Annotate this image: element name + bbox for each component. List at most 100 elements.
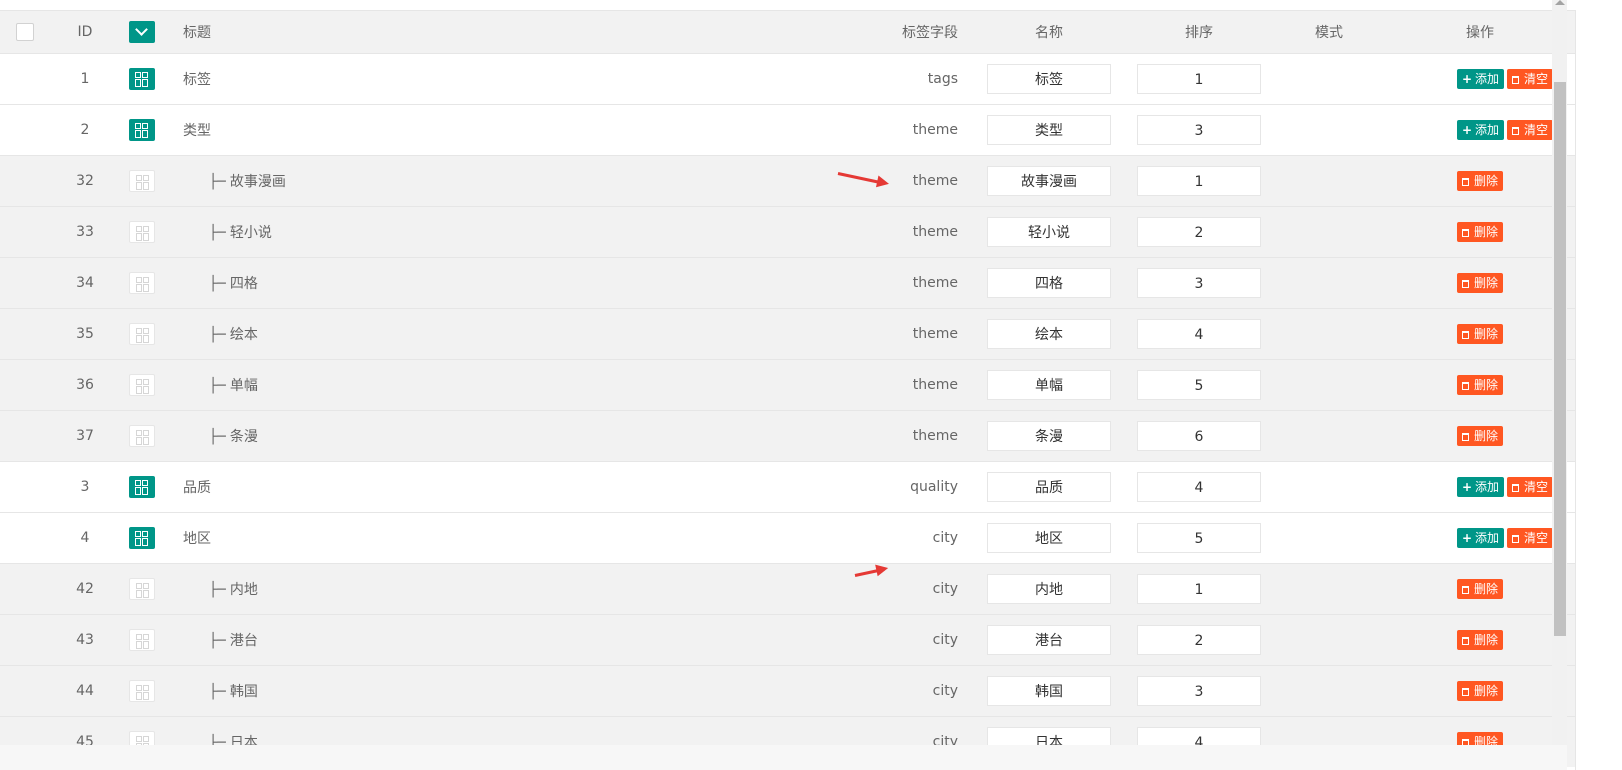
row-title: 品质 bbox=[183, 479, 211, 496]
clear-button[interactable]: 清空 bbox=[1507, 476, 1554, 497]
category-tree-table: ID 标题 标签字段 名称 排序 模式 操作 1 标签 tags 标签 1 + 添加 清空 2 类… bbox=[0, 10, 1576, 770]
name-input[interactable]: 故事漫画 bbox=[987, 165, 1111, 196]
delete-button[interactable]: 删除 bbox=[1456, 170, 1503, 191]
add-button-label: 添加 bbox=[1475, 530, 1500, 545]
sort-input[interactable]: 3 bbox=[1137, 114, 1261, 145]
trash-icon bbox=[1461, 228, 1469, 237]
expand-all-toggle-icon[interactable] bbox=[129, 20, 155, 43]
name-input[interactable]: 品质 bbox=[987, 471, 1111, 502]
add-button-label: 添加 bbox=[1475, 122, 1500, 137]
row-id: 44 bbox=[76, 682, 94, 699]
row-tag-field: theme bbox=[912, 172, 958, 189]
name-input[interactable]: 韩国 bbox=[987, 675, 1111, 706]
clear-button[interactable]: 清空 bbox=[1507, 68, 1554, 89]
sort-input[interactable]: 4 bbox=[1137, 471, 1261, 502]
clear-button-label: 清空 bbox=[1524, 122, 1549, 137]
delete-button[interactable]: 删除 bbox=[1456, 629, 1503, 650]
row-tag-field: city bbox=[932, 580, 958, 597]
delete-button[interactable]: 删除 bbox=[1456, 374, 1503, 395]
clear-button-label: 清空 bbox=[1524, 71, 1549, 86]
sort-input[interactable]: 5 bbox=[1137, 369, 1261, 400]
name-input[interactable]: 地区 bbox=[987, 522, 1111, 553]
row-id: 2 bbox=[80, 121, 90, 138]
clear-button[interactable]: 清空 bbox=[1507, 119, 1554, 140]
add-button[interactable]: + 添加 bbox=[1456, 68, 1505, 89]
row-title: 内地 bbox=[229, 581, 258, 598]
name-input[interactable]: 港台 bbox=[987, 624, 1111, 655]
add-button-label: 添加 bbox=[1475, 71, 1500, 86]
sort-input[interactable]: 2 bbox=[1137, 216, 1261, 247]
scroll-up-arrow-icon[interactable] bbox=[1555, 0, 1565, 5]
row-id: 4 bbox=[80, 529, 90, 546]
name-input[interactable]: 单幅 bbox=[987, 369, 1111, 400]
sort-input[interactable]: 4 bbox=[1137, 318, 1261, 349]
name-input[interactable]: 轻小说 bbox=[987, 216, 1111, 247]
row-id: 35 bbox=[76, 325, 94, 342]
trash-icon bbox=[1512, 75, 1520, 84]
vertical-scroll-thumb[interactable] bbox=[1554, 82, 1566, 636]
sort-input[interactable]: 1 bbox=[1137, 573, 1261, 604]
trash-icon bbox=[1461, 177, 1469, 186]
trash-icon bbox=[1512, 483, 1520, 492]
add-button[interactable]: + 添加 bbox=[1456, 119, 1505, 140]
tree-node-icon[interactable] bbox=[129, 118, 155, 141]
delete-button-label: 删除 bbox=[1473, 326, 1498, 341]
row-mode bbox=[1274, 614, 1384, 665]
delete-button-label: 删除 bbox=[1473, 581, 1498, 596]
row-title: 港台 bbox=[229, 632, 258, 649]
sort-input[interactable]: 1 bbox=[1137, 165, 1261, 196]
sort-input[interactable]: 3 bbox=[1137, 675, 1261, 706]
add-button[interactable]: + 添加 bbox=[1456, 476, 1505, 497]
tree-node-icon[interactable] bbox=[129, 526, 155, 549]
row-title: 标签 bbox=[183, 71, 211, 88]
tree-node-icon[interactable] bbox=[129, 475, 155, 498]
table-row-child: 36 ├─ 单幅 theme 单幅 5 删除 bbox=[0, 359, 1575, 410]
delete-button[interactable]: 删除 bbox=[1456, 680, 1503, 701]
add-button[interactable]: + 添加 bbox=[1456, 527, 1505, 548]
table-row-child: 34 ├─ 四格 theme 四格 3 删除 bbox=[0, 257, 1575, 308]
row-tag-field: theme bbox=[912, 223, 958, 240]
row-id: 32 bbox=[76, 172, 94, 189]
name-input[interactable]: 四格 bbox=[987, 267, 1111, 298]
tree-node-icon bbox=[129, 322, 155, 345]
sort-input[interactable]: 6 bbox=[1137, 420, 1261, 451]
name-input[interactable]: 类型 bbox=[987, 114, 1111, 145]
clear-button-label: 清空 bbox=[1524, 530, 1549, 545]
delete-button[interactable]: 删除 bbox=[1456, 578, 1503, 599]
sort-input[interactable]: 3 bbox=[1137, 267, 1261, 298]
trash-icon bbox=[1461, 432, 1469, 441]
row-title: 四格 bbox=[229, 275, 258, 292]
row-tag-field: theme bbox=[912, 325, 958, 342]
table-row-parent: 1 标签 tags 标签 1 + 添加 清空 bbox=[0, 53, 1575, 104]
table-header-row: ID 标题 标签字段 名称 排序 模式 操作 bbox=[0, 11, 1575, 53]
row-mode bbox=[1274, 257, 1384, 308]
tree-branch-prefix: ├─ bbox=[209, 275, 226, 292]
delete-button[interactable]: 删除 bbox=[1456, 425, 1503, 446]
table-row-parent: 3 品质 quality 品质 4 + 添加 清空 bbox=[0, 461, 1575, 512]
tree-node-icon[interactable] bbox=[129, 67, 155, 90]
delete-button-label: 删除 bbox=[1473, 275, 1498, 290]
table-row-child: 42 ├─ 内地 city 内地 1 删除 bbox=[0, 563, 1575, 614]
select-all-checkbox[interactable] bbox=[16, 22, 34, 41]
tree-branch-prefix: ├─ bbox=[209, 326, 226, 343]
tree-node-icon bbox=[129, 169, 155, 192]
name-input[interactable]: 绘本 bbox=[987, 318, 1111, 349]
header-sort: 排序 bbox=[1185, 24, 1213, 41]
delete-button[interactable]: 删除 bbox=[1456, 323, 1503, 344]
table-row-child: 43 ├─ 港台 city 港台 2 删除 bbox=[0, 614, 1575, 665]
delete-button[interactable]: 删除 bbox=[1456, 272, 1503, 293]
delete-button[interactable]: 删除 bbox=[1456, 221, 1503, 242]
clear-button[interactable]: 清空 bbox=[1507, 527, 1554, 548]
name-input[interactable]: 内地 bbox=[987, 573, 1111, 604]
name-input[interactable]: 标签 bbox=[987, 63, 1111, 94]
name-input[interactable]: 条漫 bbox=[987, 420, 1111, 451]
sort-input[interactable]: 5 bbox=[1137, 522, 1261, 553]
tree-branch-prefix: ├─ bbox=[209, 428, 226, 445]
row-title: 单幅 bbox=[229, 377, 258, 394]
sort-input[interactable]: 1 bbox=[1137, 63, 1261, 94]
sort-input[interactable]: 2 bbox=[1137, 624, 1261, 655]
trash-icon bbox=[1512, 534, 1520, 543]
row-id: 43 bbox=[76, 631, 94, 648]
table-row-parent: 4 地区 city 地区 5 + 添加 清空 bbox=[0, 512, 1575, 563]
row-mode bbox=[1274, 206, 1384, 257]
